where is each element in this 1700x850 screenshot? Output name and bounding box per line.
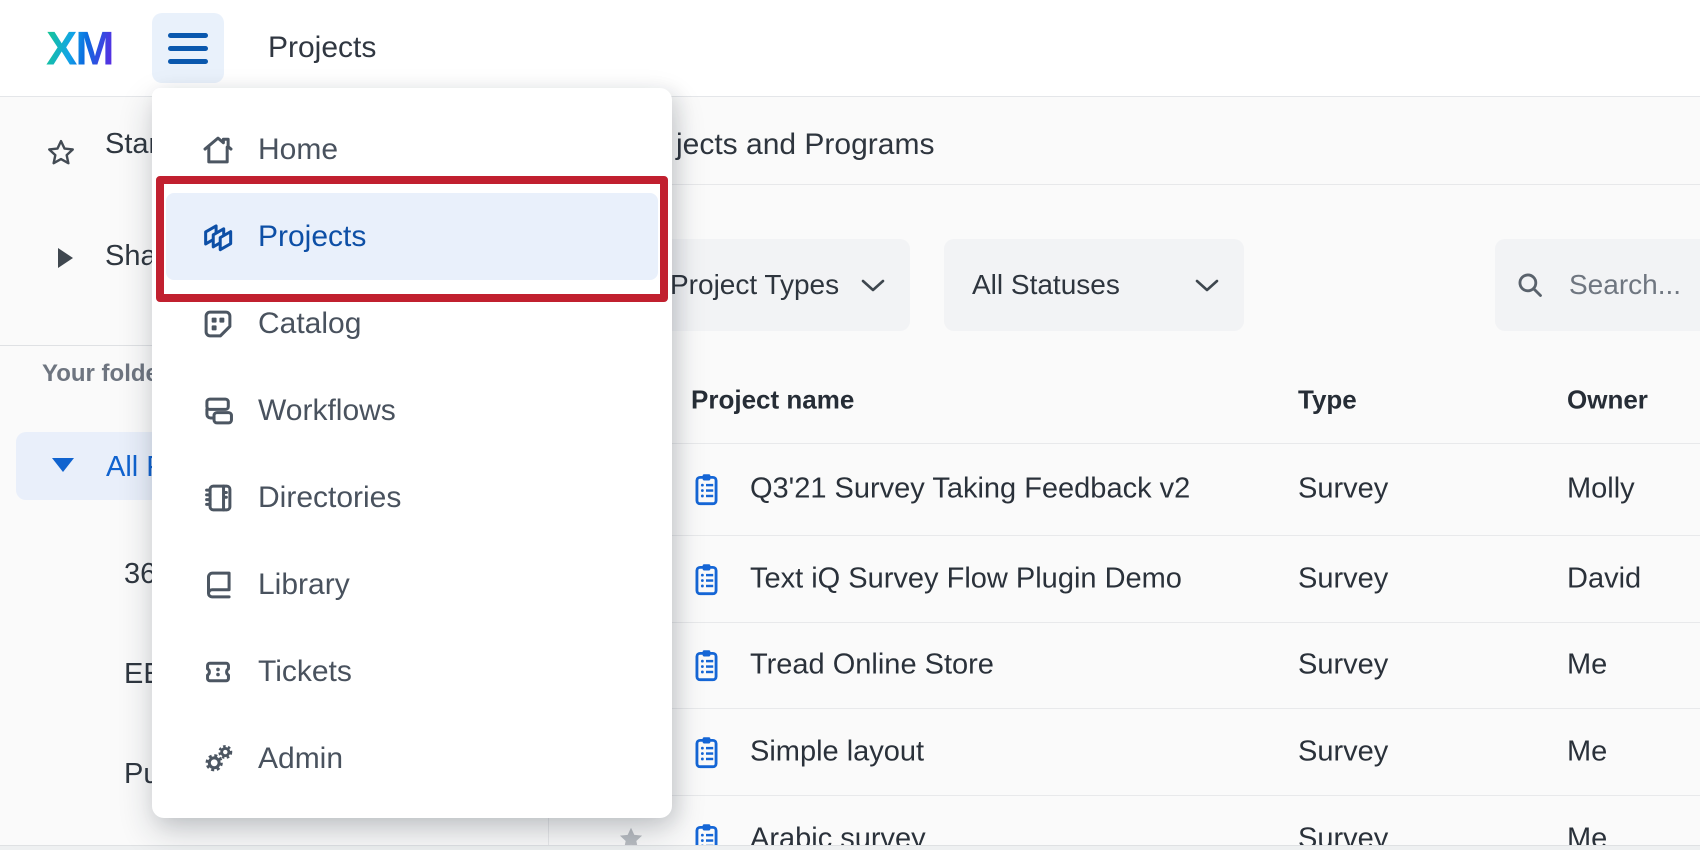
project-type: Survey: [1298, 562, 1388, 595]
projects-icon: [198, 217, 238, 257]
chevron-down-icon: [1194, 277, 1220, 294]
project-owner: Me: [1567, 649, 1607, 682]
menu-item-catalog[interactable]: Catalog: [152, 280, 672, 367]
menu-item-projects[interactable]: Projects: [166, 193, 658, 280]
horizontal-scrollbar[interactable]: [0, 845, 1700, 850]
menu-item-label: Home: [258, 133, 338, 167]
star-icon: [44, 136, 78, 170]
column-header-type[interactable]: Type: [1298, 385, 1357, 416]
project-name[interactable]: Tread Online Store: [750, 649, 994, 682]
directories-icon: [198, 478, 238, 518]
menu-item-label: Directories: [258, 481, 401, 515]
menu-item-label: Projects: [258, 220, 366, 254]
project-name[interactable]: Simple layout: [750, 735, 924, 768]
sidebar-item-starred[interactable]: Star: [105, 128, 158, 161]
search-icon: [1513, 268, 1547, 302]
qualtrics-projects-screen: XM Projects Star Sha Your folde All P 36…: [0, 0, 1700, 850]
catalog-icon: [198, 304, 238, 344]
menu-item-directories[interactable]: Directories: [152, 454, 672, 541]
your-folders-heading: Your folde: [42, 360, 159, 388]
library-icon: [198, 565, 238, 605]
caret-down-icon[interactable]: [52, 458, 74, 472]
global-nav-menu-button[interactable]: [152, 13, 224, 83]
admin-gears-icon: [198, 739, 238, 779]
menu-item-tickets[interactable]: Tickets: [152, 628, 672, 715]
menu-item-library[interactable]: Library: [152, 541, 672, 628]
project-type: Survey: [1298, 735, 1388, 768]
menu-item-label: Workflows: [258, 394, 396, 428]
caret-right-icon[interactable]: [58, 248, 73, 268]
project-name[interactable]: Q3'21 Survey Taking Feedback v2: [750, 473, 1190, 506]
project-types-filter[interactable]: Project Types: [642, 239, 910, 331]
home-icon: [198, 130, 238, 170]
project-owner: David: [1567, 562, 1641, 595]
global-nav-dropdown: Home Projects Catalog: [152, 88, 672, 818]
sidebar-item-shared[interactable]: Sha: [105, 240, 157, 273]
menu-item-home[interactable]: Home: [152, 106, 672, 193]
column-header-project-name[interactable]: Project name: [691, 385, 854, 416]
survey-clipboard-icon: [691, 560, 722, 597]
survey-clipboard-icon: [691, 471, 722, 508]
project-type: Survey: [1298, 473, 1388, 506]
workflows-icon: [198, 391, 238, 431]
search-box: [1495, 239, 1700, 331]
project-owner: Me: [1567, 735, 1607, 768]
status-filter[interactable]: All Statuses: [944, 239, 1244, 331]
menu-item-label: Admin: [258, 742, 343, 776]
project-owner: Molly: [1567, 473, 1635, 506]
survey-clipboard-icon: [691, 647, 722, 684]
survey-clipboard-icon: [691, 733, 722, 770]
search-input[interactable]: [1567, 268, 1700, 302]
project-type: Survey: [1298, 649, 1388, 682]
heading-divider: [548, 184, 1700, 185]
menu-item-label: Tickets: [258, 655, 352, 689]
menu-item-admin[interactable]: Admin: [152, 715, 672, 802]
menu-item-label: Catalog: [258, 307, 361, 341]
menu-item-workflows[interactable]: Workflows: [152, 367, 672, 454]
column-header-owner[interactable]: Owner: [1567, 385, 1648, 416]
tickets-icon: [198, 652, 238, 692]
menu-item-label: Library: [258, 568, 350, 602]
page-title: Projects: [268, 31, 376, 65]
projects-page-heading: jects and Programs: [676, 128, 934, 162]
chevron-down-icon: [860, 277, 886, 294]
top-bar: XM Projects: [0, 0, 1700, 97]
xm-logo: XM: [46, 21, 113, 76]
project-name[interactable]: Text iQ Survey Flow Plugin Demo: [750, 562, 1182, 595]
